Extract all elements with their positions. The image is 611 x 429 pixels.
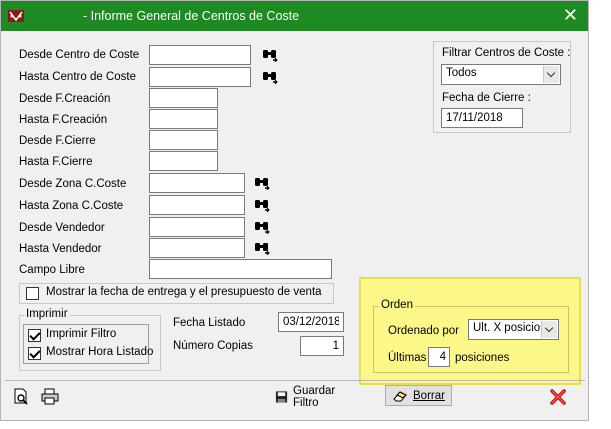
mostrar-fecha-checkbox[interactable] xyxy=(26,287,39,300)
fecha-listado-label: Fecha Listado xyxy=(173,317,246,329)
mostrar-fecha-label: Mostrar la fecha de entrega y el presupu… xyxy=(46,286,322,298)
guardar-filtro-button[interactable]: Guardar Filtro xyxy=(269,384,365,409)
label-hasta-vendedor: Hasta Vendedor xyxy=(19,243,102,255)
desde-fcierre-input[interactable] xyxy=(149,130,218,150)
desde-fcreacion-input[interactable] xyxy=(149,88,218,108)
binoculars-icon[interactable] xyxy=(254,241,270,255)
borrar-label: Borrar xyxy=(413,389,445,402)
ordenado-por-value: Ult. X posicior xyxy=(473,322,544,334)
imprimir-filtro-checkbox[interactable] xyxy=(28,329,41,342)
preview-icon[interactable] xyxy=(13,388,30,405)
label-hasta-fcreacion: Hasta F.Creación xyxy=(19,114,108,126)
title-bar: - Informe General de Centros de Coste ✕ xyxy=(1,1,588,31)
label-desde-fcierre: Desde F.Cierre xyxy=(19,135,96,147)
exit-x-icon[interactable] xyxy=(549,388,567,406)
desde-zona-input[interactable] xyxy=(149,173,245,193)
fecha-cierre-input[interactable] xyxy=(441,108,523,128)
numero-copias-input[interactable] xyxy=(300,336,344,356)
orden-title: Orden xyxy=(379,299,415,311)
close-icon[interactable]: ✕ xyxy=(563,5,578,25)
binoculars-icon[interactable] xyxy=(254,220,270,234)
fecha-cierre-label: Fecha de Cierre : xyxy=(442,92,531,104)
hasta-fcierre-input[interactable] xyxy=(149,151,218,171)
hasta-centro-input[interactable] xyxy=(149,67,251,87)
posiciones-label: posiciones xyxy=(455,352,510,364)
chevron-down-icon[interactable] xyxy=(541,321,557,338)
label-desde-centro: Desde Centro de Coste xyxy=(19,49,140,61)
ultimas-input[interactable] xyxy=(428,347,450,367)
hasta-fcreacion-input[interactable] xyxy=(149,109,218,129)
filtro-selected-value: Todos xyxy=(446,67,477,79)
imprimir-filtro-label: Imprimir Filtro xyxy=(46,328,117,340)
campo-libre-input[interactable] xyxy=(149,259,332,279)
filtro-label: Filtrar Centros de Coste : xyxy=(442,47,571,59)
label-desde-fcreacion: Desde F.Creación xyxy=(19,93,111,105)
label-hasta-fcierre: Hasta F.Cierre xyxy=(19,156,93,168)
label-hasta-centro: Hasta Centro de Coste xyxy=(19,71,136,83)
numero-copias-label: Número Copias xyxy=(173,340,253,352)
label-desde-vendedor: Desde Vendedor xyxy=(19,222,105,234)
mostrar-hora-label: Mostrar Hora Listado xyxy=(46,346,154,358)
ordenado-por-label: Ordenado por xyxy=(388,325,459,337)
ultimas-label: Últimas xyxy=(388,352,427,364)
label-campo-libre: Campo Libre xyxy=(19,264,85,276)
hasta-vendedor-input[interactable] xyxy=(149,238,245,258)
binoculars-icon[interactable] xyxy=(254,198,270,212)
toolbar-separator xyxy=(5,380,585,381)
eraser-icon xyxy=(393,390,407,401)
chevron-down-icon[interactable] xyxy=(543,66,559,83)
binoculars-icon[interactable] xyxy=(262,70,278,84)
guardar-filtro-label: Guardar Filtro xyxy=(293,384,336,409)
binoculars-icon[interactable] xyxy=(254,176,270,190)
label-hasta-zona: Hasta Zona C.Coste xyxy=(19,200,124,212)
save-disk-icon xyxy=(275,390,288,403)
window-title: - Informe General de Centros de Coste xyxy=(83,9,300,23)
printer-icon[interactable] xyxy=(41,388,59,405)
report-dialog: - Informe General de Centros de Coste ✕ … xyxy=(0,0,589,421)
mostrar-hora-checkbox[interactable] xyxy=(28,347,41,360)
desde-vendedor-input[interactable] xyxy=(149,217,245,237)
imprimir-options: Imprimir Filtro Mostrar Hora Listado xyxy=(23,324,153,364)
borrar-button[interactable]: Borrar xyxy=(385,385,452,406)
binoculars-icon[interactable] xyxy=(262,48,278,62)
imprimir-title: Imprimir xyxy=(24,308,70,320)
fecha-listado-input[interactable] xyxy=(278,312,344,332)
desde-centro-input[interactable] xyxy=(149,45,251,65)
mostrar-fecha-frame: Mostrar la fecha de entrega y el presupu… xyxy=(19,283,334,304)
ordenado-por-select[interactable]: Ult. X posicior xyxy=(468,319,559,340)
hasta-zona-input[interactable] xyxy=(149,195,245,215)
label-desde-zona: Desde Zona C.Coste xyxy=(19,178,127,190)
app-icon xyxy=(8,10,24,22)
filtro-select[interactable]: Todos xyxy=(441,64,561,85)
